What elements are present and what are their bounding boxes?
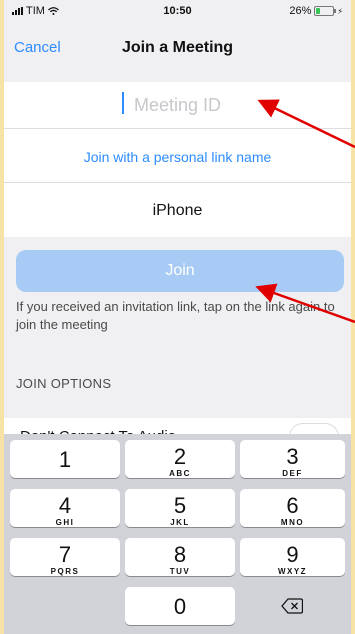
battery-info: 26% ⚡	[289, 5, 343, 17]
display-name-field[interactable]: iPhone	[4, 202, 351, 220]
key-9[interactable]: 9 WXYZ	[240, 538, 345, 576]
key-6[interactable]: 6 MNO	[240, 489, 345, 527]
invitation-helper-text: If you received an invitation link, tap …	[16, 299, 335, 332]
delete-key[interactable]	[236, 587, 348, 625]
numeric-keypad: 1 2 ABC 3 DEF 4 GHI 5 JKL 6 MNO 7 PQRS 8 TUV 9W…	[4, 434, 351, 634]
divider	[4, 128, 351, 129]
key-0[interactable]: 0	[125, 587, 235, 625]
join-options-header: JOIN OPTIONS	[16, 376, 112, 391]
backspace-icon	[281, 598, 303, 614]
key-7[interactable]: 7 PQRS	[10, 538, 120, 576]
key-3[interactable]: 3 DEF	[240, 440, 345, 478]
page-title: Join a Meeting	[121, 39, 234, 56]
key-8[interactable]: 8 TUV	[125, 538, 235, 576]
divider	[4, 182, 351, 183]
personal-link-button[interactable]: Join with a personal link name	[4, 149, 351, 165]
key-2[interactable]: 2 ABC	[125, 440, 235, 478]
key-1[interactable]: 1	[10, 440, 120, 478]
key-5[interactable]: 5 JKL	[125, 489, 235, 527]
key-4[interactable]: 4 GHI	[10, 489, 120, 527]
battery-icon	[314, 6, 337, 16]
nav-bar: Cancel Join a Meeting	[4, 22, 351, 82]
status-bar: TIM 10:50 26% ⚡	[4, 0, 351, 22]
charging-icon: ⚡	[337, 6, 343, 16]
join-button[interactable]: Join	[16, 250, 344, 292]
phone-screen: TIM 10:50 26% ⚡ Cancel Join a Meeting Jo…	[4, 0, 351, 634]
battery-percent: 26%	[289, 5, 312, 17]
meeting-id-input[interactable]	[4, 82, 351, 128]
text-cursor	[122, 92, 124, 114]
